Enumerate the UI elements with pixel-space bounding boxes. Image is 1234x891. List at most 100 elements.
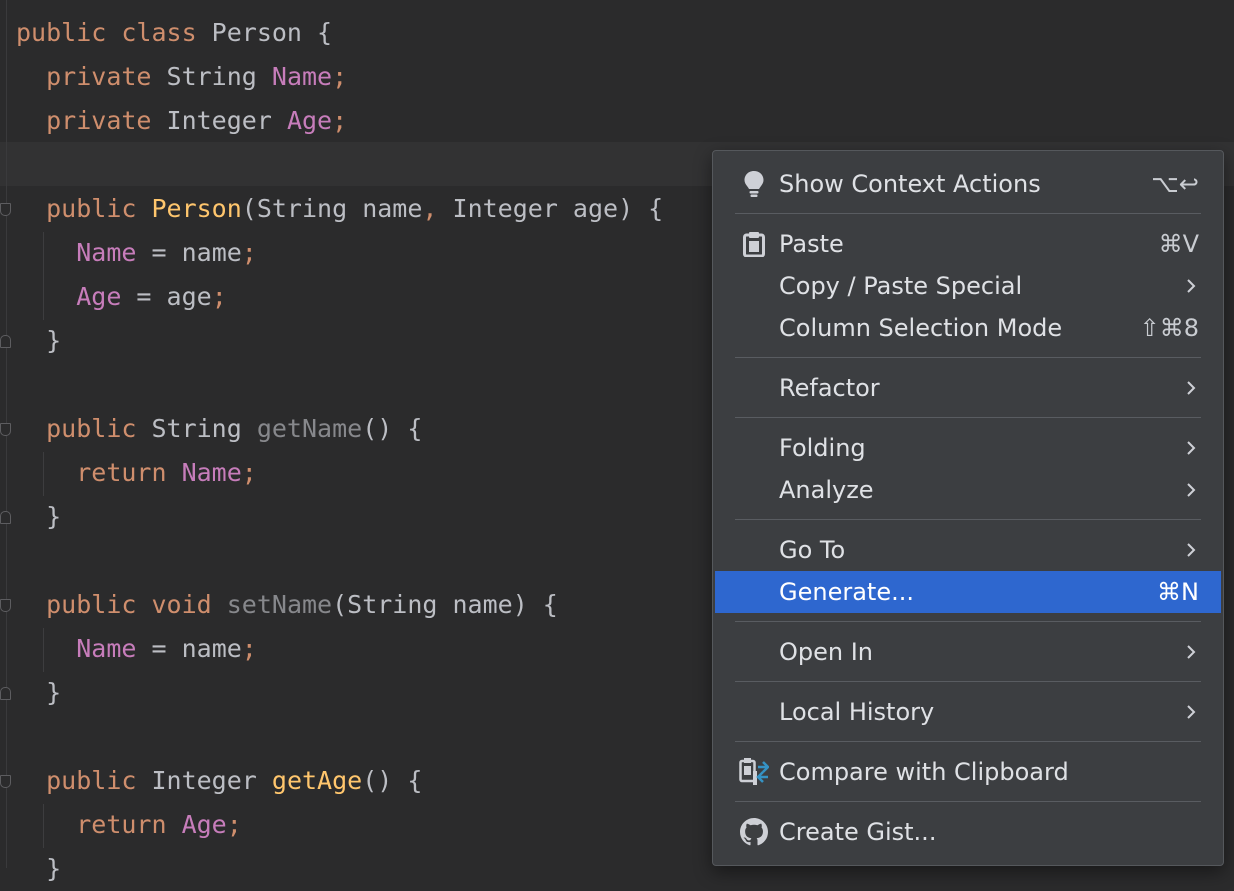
menu-item-shortcut: ⇧⌘8	[1139, 314, 1199, 342]
code-token: String	[166, 62, 272, 91]
editor-context-menu: Show Context Actions ⌥↩ Paste ⌘V Copy / …	[712, 150, 1224, 866]
code-token: ,	[422, 194, 453, 223]
code-line: private Integer Age;	[16, 99, 347, 143]
menu-item-analyze[interactable]: Analyze	[715, 469, 1221, 511]
code-line: public Integer getAge() {	[16, 759, 422, 803]
code-token: Integer	[151, 766, 272, 795]
lightbulb-icon	[739, 163, 769, 205]
code-line: return Age;	[16, 803, 242, 847]
menu-item-label: Folding	[779, 434, 866, 462]
menu-item-label: Show Context Actions	[779, 170, 1041, 198]
menu-item-show-context-actions[interactable]: Show Context Actions ⌥↩	[715, 163, 1221, 205]
code-token: ;	[241, 238, 257, 267]
fold-marker[interactable]	[0, 335, 11, 348]
code-token: public	[46, 194, 152, 223]
code-token: public	[46, 766, 152, 795]
chevron-right-icon	[1183, 427, 1199, 469]
menu-item-folding[interactable]: Folding	[715, 427, 1221, 469]
code-token: Name	[271, 62, 333, 91]
code-token: = name	[136, 634, 242, 663]
menu-item-refactor[interactable]: Refactor	[715, 367, 1221, 409]
code-token: (String name) {	[332, 590, 558, 619]
code-token: }	[16, 326, 62, 355]
menu-item-label: Local History	[779, 698, 935, 726]
code-line: Name = name;	[16, 627, 257, 671]
code-line: public Person(String name, Integer age) …	[16, 187, 663, 231]
menu-item-create-gist[interactable]: Create Gist...	[715, 811, 1221, 853]
code-token: public	[46, 414, 152, 443]
code-token: Name	[181, 458, 242, 487]
code-line: public class Person {	[16, 11, 332, 55]
code-line: return Name;	[16, 451, 257, 495]
menu-separator	[735, 519, 1201, 520]
code-token: getName	[256, 414, 363, 443]
code-token: Age	[181, 810, 227, 839]
fold-marker[interactable]	[0, 599, 11, 612]
code-token: }	[16, 678, 62, 707]
fold-marker[interactable]	[0, 203, 11, 216]
code-token: Name	[76, 634, 137, 663]
menu-item-column-selection-mode[interactable]: Column Selection Mode ⇧⌘8	[715, 307, 1221, 349]
chevron-right-icon	[1183, 367, 1199, 409]
code-token: public	[46, 590, 152, 619]
menu-separator	[735, 681, 1201, 682]
fold-marker[interactable]	[0, 687, 11, 700]
code-token: String	[151, 414, 257, 443]
menu-item-paste[interactable]: Paste ⌘V	[715, 223, 1221, 265]
menu-item-label: Open In	[779, 638, 874, 666]
code-line: }	[16, 847, 61, 891]
menu-item-shortcut: ⌘N	[1157, 578, 1199, 606]
menu-separator	[735, 357, 1201, 358]
code-token: Age	[286, 106, 333, 135]
chevron-right-icon	[1183, 631, 1199, 673]
code-token: public	[16, 18, 122, 47]
menu-separator	[735, 417, 1201, 418]
code-token: class	[121, 18, 212, 47]
menu-item-local-history[interactable]: Local History	[715, 691, 1221, 733]
code-line: Name = name;	[16, 231, 257, 275]
fold-marker[interactable]	[0, 775, 11, 788]
code-token: ;	[241, 634, 257, 663]
menu-item-generate[interactable]: Generate... ⌘N	[715, 571, 1221, 613]
menu-item-label: Create Gist...	[779, 818, 937, 846]
code-token: return	[76, 810, 182, 839]
menu-item-copy-paste-special[interactable]: Copy / Paste Special	[715, 265, 1221, 307]
github-icon	[739, 811, 769, 853]
code-line: public void setName(String name) {	[16, 583, 558, 627]
code-token: return	[76, 458, 182, 487]
menu-item-open-in[interactable]: Open In	[715, 631, 1221, 673]
menu-item-label: Go To	[779, 536, 846, 564]
code-token: () {	[362, 766, 423, 795]
menu-item-go-to[interactable]: Go To	[715, 529, 1221, 571]
code-token: }	[16, 854, 62, 883]
menu-item-shortcut: ⌘V	[1158, 230, 1199, 258]
code-line: private String Name;	[16, 55, 347, 99]
code-token: ;	[226, 810, 242, 839]
menu-item-label: Analyze	[779, 476, 874, 504]
fold-marker[interactable]	[0, 423, 11, 436]
menu-item-compare-with-clipboard[interactable]: Compare with Clipboard	[715, 751, 1221, 793]
menu-separator	[735, 621, 1201, 622]
code-token: ;	[211, 282, 227, 311]
code-token: ;	[332, 106, 348, 135]
code-token: () {	[362, 414, 423, 443]
code-line: }	[16, 495, 61, 539]
code-token: = name	[136, 238, 242, 267]
code-token: = age	[121, 282, 212, 311]
code-token: Person {	[211, 18, 333, 47]
code-line: Age = age;	[16, 275, 227, 319]
menu-item-label: Compare with Clipboard	[779, 758, 1069, 786]
fold-marker[interactable]	[0, 511, 11, 524]
menu-item-shortcut: ⌥↩	[1151, 170, 1199, 198]
code-token: ;	[241, 458, 257, 487]
menu-item-label: Paste	[779, 230, 844, 258]
menu-separator	[735, 801, 1201, 802]
code-token: Age	[76, 282, 122, 311]
code-token: }	[16, 502, 62, 531]
